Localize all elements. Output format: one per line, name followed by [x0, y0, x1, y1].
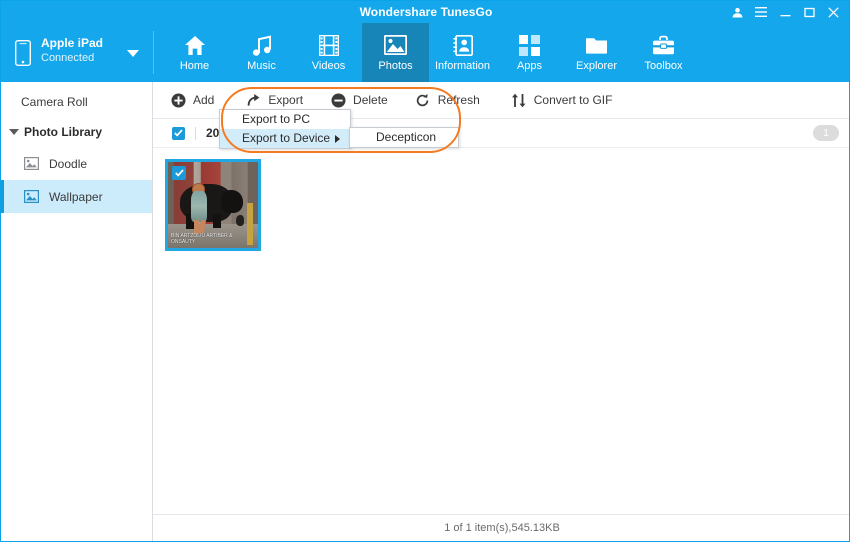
- sidebar-item-label: Camera Roll: [21, 95, 88, 109]
- nav-item-apps[interactable]: Apps: [496, 23, 563, 82]
- chevron-right-icon: [335, 135, 340, 143]
- sidebar-group-photo-library[interactable]: Photo Library: [1, 117, 152, 147]
- account-icon[interactable]: [725, 1, 749, 23]
- export-device-submenu: Decepticon: [349, 127, 459, 148]
- refresh-icon: [414, 91, 432, 109]
- select-all-checkbox[interactable]: [172, 127, 185, 140]
- item-count-badge: 1: [813, 125, 839, 141]
- menu-item-decepticon[interactable]: Decepticon: [350, 128, 458, 147]
- export-dropdown-menu: Export to PC Export to Device: [219, 109, 351, 149]
- content-area: Add Export Delete Refresh: [153, 82, 850, 542]
- plus-circle-icon: [169, 91, 187, 109]
- home-icon: [184, 33, 206, 57]
- refresh-label: Refresh: [438, 93, 480, 107]
- film-icon: [319, 33, 339, 57]
- nav-label: Toolbox: [645, 60, 683, 72]
- close-button[interactable]: [821, 1, 845, 23]
- sidebar-item-label: Doodle: [49, 157, 87, 171]
- top-navigation-bar: Apple iPad Connected Home Music: [1, 23, 850, 82]
- device-selector[interactable]: Apple iPad Connected: [1, 23, 153, 82]
- triangle-down-icon: [9, 129, 19, 135]
- export-arrow-icon: [244, 91, 262, 109]
- photo-bear-leg: [213, 214, 221, 229]
- menu-item-export-to-pc[interactable]: Export to PC: [220, 110, 350, 129]
- chevron-down-icon[interactable]: [127, 50, 139, 57]
- nav-item-videos[interactable]: Videos: [295, 23, 362, 82]
- nav-items: Home Music Videos Photos: [161, 23, 697, 82]
- application-window: Wondershare TunesGo: [0, 0, 850, 542]
- nav-item-music[interactable]: Music: [228, 23, 295, 82]
- menu-item-export-to-device[interactable]: Export to Device: [220, 129, 350, 148]
- separator: [195, 127, 196, 140]
- sidebar-item-camera-roll[interactable]: Camera Roll: [1, 87, 152, 117]
- nav-label: Apps: [517, 60, 542, 72]
- photo-icon: [384, 33, 407, 57]
- sidebar-item-wallpaper[interactable]: Wallpaper: [1, 180, 152, 213]
- nav-item-toolbox[interactable]: Toolbox: [630, 23, 697, 82]
- add-button[interactable]: Add: [163, 82, 220, 118]
- photo-thumbnail[interactable]: BIN ARTZOLIU ARTIBER & ONSAUTY: [165, 159, 261, 251]
- export-label: Export: [268, 93, 303, 107]
- nav-divider: [153, 31, 154, 74]
- nav-item-explorer[interactable]: Explorer: [563, 23, 630, 82]
- music-note-icon: [251, 33, 273, 57]
- contact-card-icon: [453, 33, 473, 57]
- title-bar: Wondershare TunesGo: [1, 1, 850, 23]
- status-text: 1 of 1 item(s),545.13KB: [444, 522, 560, 534]
- photo-select-checkbox[interactable]: [172, 166, 186, 180]
- menu-icon[interactable]: [749, 1, 773, 23]
- device-name: Apple iPad: [41, 36, 103, 50]
- sidebar-item-label: Wallpaper: [49, 190, 103, 204]
- nav-label: Information: [435, 60, 490, 72]
- nav-item-information[interactable]: Information: [429, 23, 496, 82]
- folder-icon: [585, 33, 608, 57]
- app-title: Wondershare TunesGo: [1, 1, 850, 23]
- sidebar: Camera Roll Photo Library Doodle Wallpap…: [1, 82, 153, 542]
- nav-item-home[interactable]: Home: [161, 23, 228, 82]
- photo-bird: [236, 215, 244, 225]
- photo-caption: BIN ARTZOLIU ARTIBER & ONSAUTY: [171, 233, 236, 245]
- nav-label: Explorer: [576, 60, 617, 72]
- delete-label: Delete: [353, 93, 388, 107]
- nav-label: Photos: [378, 60, 412, 72]
- nav-label: Videos: [312, 60, 345, 72]
- image-icon: [23, 190, 39, 204]
- add-label: Add: [193, 93, 214, 107]
- toolbox-icon: [652, 33, 675, 57]
- device-status: Connected: [41, 52, 94, 64]
- grid-squares-icon: [519, 33, 540, 57]
- nav-item-photos[interactable]: Photos: [362, 23, 429, 82]
- photo-girl-dress: [191, 191, 206, 222]
- convert-to-gif-button[interactable]: Convert to GIF: [504, 82, 619, 118]
- convert-to-gif-label: Convert to GIF: [534, 93, 613, 107]
- minimize-button[interactable]: [773, 1, 797, 23]
- status-bar: 1 of 1 item(s),545.13KB: [153, 514, 850, 541]
- menu-item-label: Export to Device: [242, 131, 330, 145]
- minus-circle-icon: [329, 91, 347, 109]
- menu-item-label: Decepticon: [376, 130, 436, 144]
- photo-pole: [247, 203, 252, 244]
- phone-icon: [15, 40, 31, 66]
- convert-arrows-icon: [510, 91, 528, 109]
- menu-item-label: Export to PC: [242, 112, 310, 126]
- maximize-button[interactable]: [797, 1, 821, 23]
- photo-bear-head: [221, 190, 243, 212]
- refresh-button[interactable]: Refresh: [408, 82, 486, 118]
- photo-grid: BIN ARTZOLIU ARTIBER & ONSAUTY: [153, 148, 850, 510]
- image-icon: [23, 157, 39, 171]
- nav-label: Home: [180, 60, 209, 72]
- sidebar-item-doodle[interactable]: Doodle: [1, 147, 152, 180]
- window-controls: [725, 1, 845, 23]
- sidebar-group-label: Photo Library: [24, 125, 102, 139]
- nav-label: Music: [247, 60, 276, 72]
